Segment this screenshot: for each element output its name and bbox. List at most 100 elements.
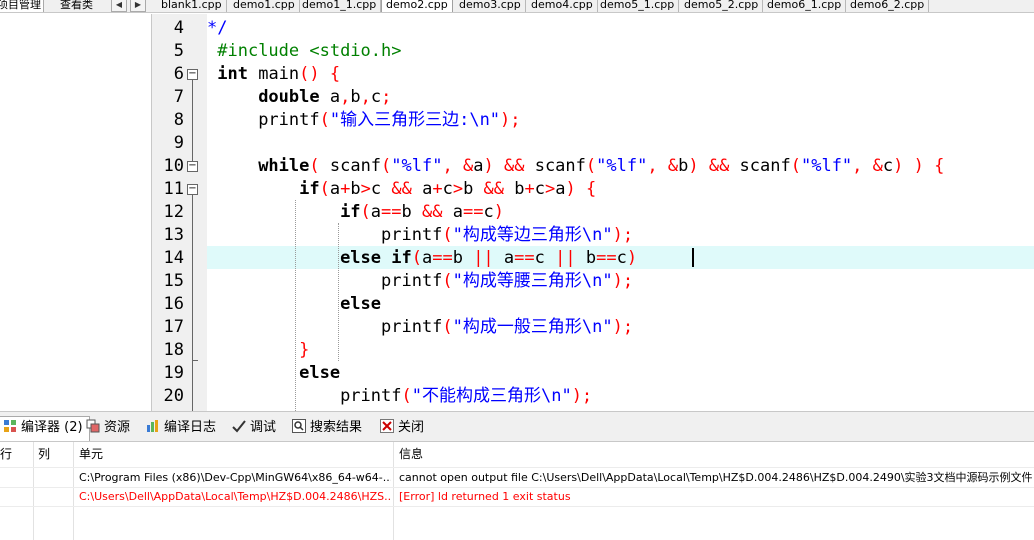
code-line[interactable]: while( scanf("%lf", &a) && scanf("%lf", … <box>207 155 944 178</box>
code-token: && <box>483 179 505 199</box>
tab-scroll-right-button[interactable]: ▶ <box>130 0 146 12</box>
code-line[interactable]: else <box>207 293 381 316</box>
code-token: a <box>555 179 566 199</box>
code-line[interactable]: else if(a==b || a==c || b==c) <box>207 247 637 270</box>
tab-project-manager[interactable]: 项目管理 <box>0 0 44 12</box>
code-token: ( <box>442 225 453 245</box>
fold-line <box>192 80 193 166</box>
code-token: & <box>667 156 679 176</box>
fold-line <box>192 195 193 411</box>
code-token: "%lf" <box>391 156 443 176</box>
code-token: printf <box>340 386 402 406</box>
column-divider <box>73 442 74 540</box>
code-token: b <box>452 248 474 268</box>
column-divider <box>393 442 394 540</box>
code-token: == <box>514 248 535 268</box>
file-tab[interactable]: demo1_1.cpp <box>298 0 382 12</box>
code-token: c <box>616 248 627 268</box>
file-tab[interactable]: demo4.cpp <box>527 0 598 12</box>
tab-search-results[interactable]: 搜索结果 <box>292 417 362 439</box>
code-line[interactable]: printf("构成等边三角形\n"); <box>207 224 633 247</box>
tab-scroll-left-button[interactable]: ◀ <box>111 0 127 12</box>
code-token: c <box>370 179 392 199</box>
code-token: && <box>391 179 412 199</box>
line-number: 4 <box>173 18 184 38</box>
code-line[interactable]: int main() { <box>207 63 340 86</box>
line-number: 10 <box>163 156 184 176</box>
fold-if-icon[interactable]: − <box>187 184 198 195</box>
code-line[interactable]: else <box>207 362 340 385</box>
line-number: 13 <box>163 225 184 245</box>
code-token: == <box>462 202 484 222</box>
code-token: a <box>421 248 433 268</box>
code-token: ) <box>893 156 904 176</box>
file-tab[interactable]: demo1.cpp <box>229 0 300 12</box>
top-tab-strip: 项目管理 查看类 ◀ ▶ blank1.cpp demo1.cpp demo1_1.… <box>0 0 1034 13</box>
tab-compiler[interactable]: 编译器 (2) <box>0 416 90 441</box>
code-token: || <box>473 248 494 268</box>
column-header-row[interactable]: 行 <box>0 442 12 467</box>
code-token: ( <box>585 156 597 176</box>
code-token: ( <box>319 179 330 199</box>
column-header-unit[interactable]: 单元 <box>79 442 103 467</box>
code-token: int <box>217 64 248 84</box>
code-line[interactable]: printf("输入三角形三边:\n"); <box>207 109 520 132</box>
tab-compile-log[interactable]: 编译日志 <box>146 417 216 439</box>
tab-close-label: 关闭 <box>398 420 425 435</box>
code-line[interactable]: } <box>207 339 309 362</box>
close-icon <box>380 419 394 433</box>
code-token: a <box>319 87 341 107</box>
code-token: > <box>360 179 371 199</box>
code-token: else <box>340 294 382 314</box>
code-line[interactable]: printf("不能构成三角形\n"); <box>207 385 592 408</box>
code-token: scanf <box>524 156 586 176</box>
code-token: a <box>370 202 382 222</box>
column-header-col[interactable]: 列 <box>38 442 50 467</box>
tab-debug[interactable]: 调试 <box>232 417 276 439</box>
file-tab[interactable]: demo2.cpp <box>381 0 453 12</box>
code-token: c <box>483 202 494 222</box>
code-editor[interactable]: */ #include <stdio.h> int main() { doubl… <box>207 14 1034 411</box>
file-tab[interactable]: demo6_2.cpp <box>846 0 930 12</box>
fold-while-icon[interactable]: − <box>187 161 198 172</box>
code-token: b <box>401 202 423 222</box>
code-token: > <box>545 179 556 199</box>
message-unit: C:\Users\Dell\AppData\Local\Temp\HZ$D.00… <box>79 490 391 503</box>
code-line[interactable]: */ <box>207 17 227 40</box>
file-tab[interactable]: demo6_1.cpp <box>763 0 847 12</box>
column-header-info[interactable]: 信息 <box>399 442 423 467</box>
code-token: , <box>360 87 371 107</box>
fold-main-icon[interactable]: − <box>187 69 198 80</box>
code-line[interactable]: printf("构成一般三角形\n"); <box>207 316 633 339</box>
tab-class-view[interactable]: 查看类 <box>58 0 95 12</box>
file-tab[interactable]: demo5_1.cpp <box>596 0 680 12</box>
code-token: c <box>370 87 382 107</box>
tab-close[interactable]: 关闭 <box>380 417 424 439</box>
tab-resources[interactable]: 资源 <box>86 417 130 439</box>
code-line[interactable]: double a,b,c; <box>207 86 391 109</box>
message-info: cannot open output file C:\Users\Dell\Ap… <box>399 471 1033 484</box>
code-line[interactable]: if(a+b>c && a+c>b && b+c>a) { <box>207 178 596 201</box>
code-token: && <box>708 156 730 176</box>
line-number: 18 <box>163 340 184 360</box>
file-tab[interactable]: demo5_2.cpp <box>680 0 764 12</box>
code-token: c <box>442 179 453 199</box>
file-tab[interactable]: demo3.cpp <box>455 0 526 12</box>
code-token: "不能构成三角形\n" <box>411 386 572 406</box>
code-token: ; <box>381 87 392 107</box>
code-line[interactable]: if(a==b && a==c) <box>207 201 504 224</box>
output-tab-bar: 编译器 (2) 资源 编译日志 调试 搜索结果 关闭 <box>0 412 1034 442</box>
file-tab[interactable]: blank1.cpp <box>157 0 227 12</box>
code-token: ); <box>612 271 634 291</box>
fold-end-marker <box>192 360 198 361</box>
code-line[interactable]: printf("构成等腰三角形\n"); <box>207 270 633 293</box>
resources-icon <box>86 419 100 433</box>
code-token: b <box>504 179 525 199</box>
code-line[interactable]: #include <stdio.h> <box>207 40 401 63</box>
code-token: ( <box>442 271 453 291</box>
code-token: c <box>882 156 894 176</box>
